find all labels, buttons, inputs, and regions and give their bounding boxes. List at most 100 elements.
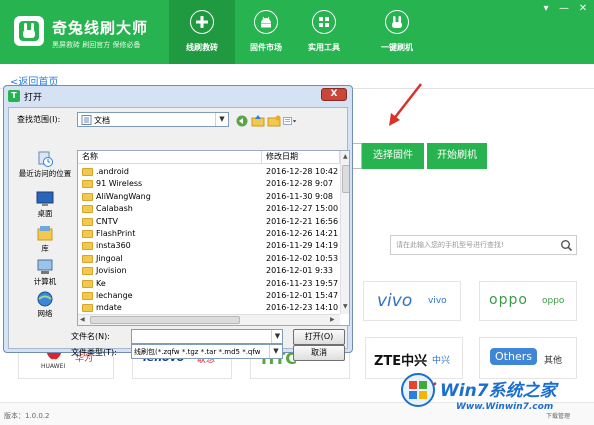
file-name: Jingoal xyxy=(96,253,123,263)
file-date: 2016-11-30 9:08 xyxy=(266,191,333,201)
computer-icon xyxy=(37,259,53,274)
app-title: 奇兔线刷大师 xyxy=(52,19,149,37)
brand-vivo[interactable]: vivo vivo xyxy=(363,281,461,321)
filetype-combo[interactable]: 线刷包(*.zqfw *.tgz *.tar *.md5 *.qfw ▼ xyxy=(131,344,283,359)
desktop-icon xyxy=(36,191,54,206)
minimize-button[interactable]: — xyxy=(556,2,572,16)
horizontal-scrollbar[interactable]: ◀ ▶ xyxy=(78,314,340,325)
filename-label: 文件名(N): xyxy=(71,332,110,341)
place-label: 桌面 xyxy=(37,209,53,218)
file-row[interactable]: insta360 2016-11-29 14:19 xyxy=(78,240,340,252)
file-date: 2016-12-01 9:33 xyxy=(266,266,333,276)
file-row[interactable]: 91 Wireless 2016-12-28 9:07 xyxy=(78,178,340,190)
open-button[interactable]: 打开(O) xyxy=(293,329,345,345)
folder-icon xyxy=(82,254,93,263)
scroll-left-icon[interactable]: ◀ xyxy=(80,316,85,323)
up-folder-icon[interactable] xyxy=(251,114,265,128)
file-name: Jovision xyxy=(96,266,127,276)
file-name: lechange xyxy=(96,291,133,300)
place-recent[interactable]: 最近访问的位置 xyxy=(15,150,75,184)
brand-name: 其他 xyxy=(544,356,563,366)
filename-input[interactable] xyxy=(131,329,283,344)
column-header-name[interactable]: 名称 xyxy=(78,151,262,164)
view-menu-icon[interactable] xyxy=(283,114,297,128)
scroll-down-icon[interactable]: ▼ xyxy=(343,303,348,310)
back-icon[interactable] xyxy=(235,114,249,128)
dialog-titlebar[interactable]: T 打开 X xyxy=(4,86,352,106)
close-button[interactable]: ✕ xyxy=(575,2,591,16)
lookin-combo[interactable]: 文档 ▼ xyxy=(77,112,229,127)
vertical-scrollbar[interactable]: ▲ ▼ xyxy=(340,151,349,314)
brand-name: oppo xyxy=(542,296,565,306)
rabbit-icon xyxy=(385,10,409,34)
annotation-arrow xyxy=(389,83,422,126)
place-library[interactable]: 库 xyxy=(15,225,75,259)
new-folder-icon[interactable] xyxy=(267,114,281,128)
lookin-value: 文档 xyxy=(94,116,110,125)
app-header: 奇兔线刷大师 黑屏救砖 刷回官方 保修必备 线刷救砖 固件市场 实用工具 一键刷… xyxy=(0,0,594,64)
tab-label: 线刷救砖 xyxy=(186,43,218,52)
file-row[interactable]: AliWangWang 2016-11-30 9:08 xyxy=(78,191,340,203)
folder-icon xyxy=(82,205,93,214)
chevron-down-icon[interactable]: ▼ xyxy=(271,330,283,343)
filetype-value: 线刷包(*.zqfw *.tgz *.tar *.md5 *.qfw xyxy=(134,348,261,356)
dialog-close-button[interactable]: X xyxy=(321,88,347,101)
chevron-down-icon[interactable]: ▼ xyxy=(215,113,228,126)
column-header-date[interactable]: 修改日期 xyxy=(262,151,340,164)
tab-tools[interactable]: 实用工具 xyxy=(291,0,357,64)
tab-line-flash[interactable]: 线刷救砖 xyxy=(169,0,235,64)
folder-icon xyxy=(82,292,93,300)
place-computer[interactable]: 计算机 xyxy=(15,258,75,292)
dialog-body: 查找范围(I): 文档 ▼ 最近访问的位置 桌面 库 计算机 网络 名称 修改日… xyxy=(8,107,350,361)
place-label: 网络 xyxy=(37,309,53,318)
place-desktop[interactable]: 桌面 xyxy=(15,190,75,224)
menu-button[interactable]: ▾ xyxy=(538,2,554,16)
file-row[interactable]: Calabash 2016-12-27 15:00 xyxy=(78,203,340,215)
file-name: CNTV xyxy=(96,216,118,226)
folder-icon xyxy=(82,279,93,288)
file-list[interactable]: 名称 修改日期 .android 2016-12-28 10:42 91 Wirel… xyxy=(77,150,350,326)
file-row[interactable]: FlashPrint 2016-12-26 14:21 xyxy=(78,228,340,240)
version-label: 版本：1.0.0.2 xyxy=(4,412,50,420)
tab-label: 实用工具 xyxy=(308,43,340,52)
file-date: 2016-12-01 15:47 xyxy=(266,291,339,300)
scroll-thumb[interactable] xyxy=(342,165,349,193)
search-icon[interactable] xyxy=(560,239,573,252)
file-name: mdate xyxy=(96,303,122,313)
chevron-down-icon[interactable]: ▼ xyxy=(269,345,282,358)
file-row[interactable]: mdate 2016-12-23 14:10 xyxy=(78,302,340,314)
file-name: Calabash xyxy=(96,204,133,214)
folder-icon xyxy=(82,192,93,201)
tab-one-click-flash[interactable]: 一键刷机 xyxy=(364,0,430,64)
tab-firmware-market[interactable]: 固件市场 xyxy=(233,0,299,64)
brand-logo: HUAWEI xyxy=(41,363,66,370)
select-firmware-button[interactable]: 选择固件 xyxy=(362,143,424,169)
folder-icon xyxy=(82,217,93,226)
brand-oppo[interactable]: oppo oppo xyxy=(479,281,577,321)
file-row[interactable]: Jovision 2016-12-01 9:33 xyxy=(78,265,340,277)
dialog-app-icon: T xyxy=(8,90,20,102)
file-date: 2016-12-21 16:56 xyxy=(266,216,339,226)
cancel-button[interactable]: 取消 xyxy=(293,345,345,361)
download-manager-button[interactable]: 下载管理 xyxy=(546,411,570,420)
network-icon xyxy=(37,291,53,307)
file-row[interactable]: Jingoal 2016-12-02 10:53 xyxy=(78,253,340,265)
scroll-thumb[interactable] xyxy=(90,316,240,324)
file-row[interactable]: Ke 2016-11-23 19:57 xyxy=(78,278,340,290)
file-row[interactable]: lechange 2016-12-01 15:47 xyxy=(78,290,340,302)
scroll-up-icon[interactable]: ▲ xyxy=(343,153,348,160)
start-flash-button[interactable]: 开始刷机 xyxy=(427,143,487,169)
file-row[interactable]: .android 2016-12-28 10:42 xyxy=(78,166,340,178)
place-network[interactable]: 网络 xyxy=(15,290,75,324)
recent-icon xyxy=(38,151,53,167)
brand-logo: vivo xyxy=(377,291,413,311)
file-row[interactable]: CNTV 2016-12-21 16:56 xyxy=(78,216,340,228)
file-name: 91 Wireless xyxy=(96,179,143,189)
filetype-label: 文件类型(T): xyxy=(71,348,117,357)
model-search-input[interactable]: 请在此输入您的手机型号进行查找! xyxy=(390,235,577,255)
brand-name: vivo xyxy=(428,296,447,306)
folder-icon xyxy=(82,180,93,189)
scroll-right-icon[interactable]: ▶ xyxy=(330,316,335,323)
file-date: 2016-12-23 14:10 xyxy=(266,303,339,313)
file-name: FlashPrint xyxy=(96,229,136,238)
